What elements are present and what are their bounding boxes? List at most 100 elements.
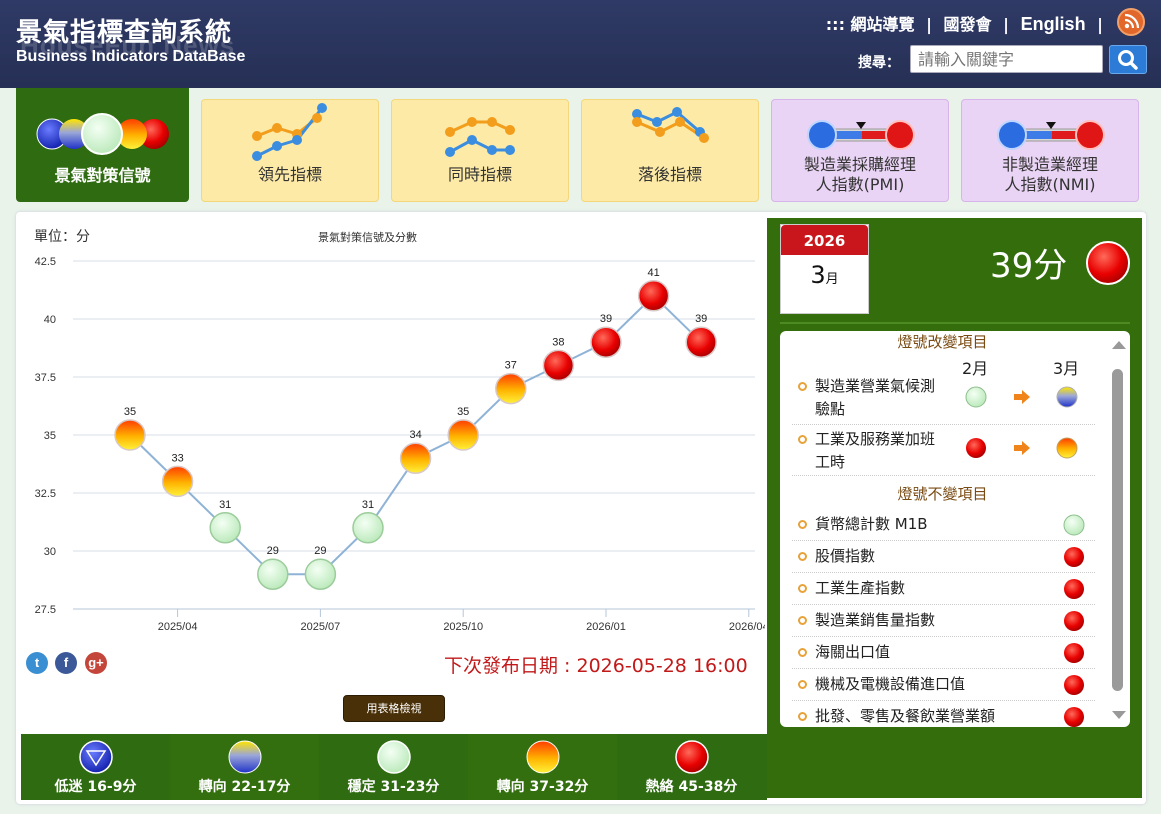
search-label: 搜尋： bbox=[858, 55, 900, 71]
y-tick-label: 42.5 bbox=[35, 256, 56, 268]
data-point bbox=[685, 326, 717, 358]
signal-change bbox=[965, 386, 1078, 408]
bullet-icon bbox=[798, 552, 807, 561]
legend-item-green: 穩定 31-23分 bbox=[319, 734, 468, 800]
facebook-icon[interactable]: f bbox=[55, 652, 77, 674]
top-links: ::: 網站導覽 | 國發會 | English | bbox=[820, 11, 1103, 35]
changed-item-row: 工業及服務業加班 工時 bbox=[792, 426, 1095, 476]
data-label: 39 bbox=[695, 313, 707, 325]
list-scrollbar[interactable] bbox=[1109, 333, 1129, 725]
red-signal-icon bbox=[1064, 611, 1084, 631]
calendar-month: 3月 bbox=[810, 261, 839, 289]
x-tick-label: 2026/04 bbox=[729, 621, 765, 633]
tab-pmi[interactable]: 製造業採購經理 人指數(PMI) bbox=[771, 99, 949, 202]
signal-change bbox=[966, 437, 1078, 459]
arrow-right-icon bbox=[1014, 390, 1030, 404]
unchanged-item-row: 批發、零售及餐飲業營業額 bbox=[792, 701, 1095, 727]
data-point bbox=[161, 465, 194, 498]
blue-signal-icon bbox=[79, 740, 113, 774]
x-tick-label: 2025/07 bbox=[301, 621, 341, 633]
thermometer-icon bbox=[807, 120, 915, 150]
item-name: 工業及服務業加班 工時 bbox=[815, 430, 936, 471]
table-view-button[interactable]: 用表格檢視 bbox=[343, 695, 445, 722]
bullet-icon bbox=[798, 382, 807, 391]
tab-lagging-indicators[interactable]: 落後指標 bbox=[581, 99, 759, 202]
item-name: 製造業營業氣候測 驗點 bbox=[815, 377, 936, 418]
data-point bbox=[209, 512, 241, 544]
item-name: 海關出口值 bbox=[815, 643, 891, 661]
link-separator: | bbox=[1097, 15, 1103, 34]
tab-label: 製造業採購經理 人指數(PMI) bbox=[803, 155, 916, 194]
x-tick-label: 2025/10 bbox=[443, 621, 483, 633]
rss-icon[interactable] bbox=[1117, 8, 1145, 36]
search-button[interactable] bbox=[1109, 45, 1147, 74]
data-point bbox=[399, 442, 432, 474]
changed-item-row: 製造業營業氣候測 驗點 bbox=[792, 373, 1095, 425]
red-signal-icon bbox=[1064, 643, 1084, 663]
red-signal-icon bbox=[675, 740, 709, 774]
unchanged-item-row: 製造業銷售量指數 bbox=[792, 605, 1095, 637]
tab-label: 領先指標 bbox=[257, 165, 322, 184]
signal-score-chart: 42.5 40 37.5 35 32.5 30 27.5 2025/04 2025/07 2025… bbox=[35, 256, 765, 633]
divider bbox=[780, 322, 1130, 324]
data-point bbox=[352, 512, 384, 544]
twitter-icon[interactable]: t bbox=[26, 652, 48, 674]
data-label: 39 bbox=[600, 313, 612, 325]
tab-label: 非製造業經理 人指數(NMI) bbox=[1001, 155, 1098, 194]
google-plus-icon[interactable]: g+ bbox=[85, 652, 107, 674]
bullet-icon bbox=[798, 680, 807, 689]
link-separator: | bbox=[926, 15, 932, 34]
coincident-line-icon bbox=[445, 117, 515, 157]
red-signal-icon bbox=[1064, 547, 1084, 567]
search-input[interactable] bbox=[910, 45, 1103, 73]
signal-items-list[interactable]: 燈號改變項目 2月 3月 製造業營業氣候測 驗點 工業及服務業加班 工時 燈號不… bbox=[780, 331, 1130, 727]
header: HouseFun News 景氣指標查詢系統 Business Indicato… bbox=[0, 0, 1161, 88]
signal-legend: 低迷 16-9分 轉向 22-17分 穩定 31-23分 轉向 37-32分 熱… bbox=[21, 734, 767, 800]
y-tick-label: 37.5 bbox=[35, 372, 56, 384]
english-link[interactable]: English bbox=[1021, 14, 1086, 34]
unchanged-item-row: 機械及電機設備進口值 bbox=[792, 669, 1095, 701]
unchanged-item-row: 工業生產指數 bbox=[792, 573, 1095, 605]
scroll-thumb[interactable] bbox=[1112, 369, 1123, 691]
y-tick-label: 30 bbox=[44, 546, 56, 558]
tab-business-signal[interactable]: 景氣對策信號 bbox=[16, 88, 189, 202]
tab-label: 落後指標 bbox=[637, 165, 702, 184]
data-label: 37 bbox=[505, 360, 517, 372]
red-signal-icon bbox=[1064, 579, 1084, 599]
data-point bbox=[114, 419, 146, 451]
item-name: 機械及電機設備進口值 bbox=[815, 675, 966, 693]
sitemap-link[interactable]: ::: 網站導覽 bbox=[826, 15, 915, 34]
chart-title: 景氣對策信號及分數 bbox=[318, 231, 417, 244]
scroll-up-icon[interactable] bbox=[1109, 335, 1129, 355]
scroll-down-icon[interactable] bbox=[1109, 705, 1129, 725]
tab-nmi[interactable]: 非製造業經理 人指數(NMI) bbox=[961, 99, 1139, 202]
item-name: 貨幣總計數 M1B bbox=[815, 515, 928, 533]
x-tick-label: 2025/04 bbox=[158, 621, 198, 633]
ndc-link[interactable]: 國發會 bbox=[944, 15, 992, 34]
y-tick-label: 27.5 bbox=[35, 604, 56, 616]
unchanged-item-row: 股價指數 bbox=[792, 541, 1095, 573]
current-score: 39分 bbox=[990, 246, 1068, 286]
bullet-icon bbox=[798, 712, 807, 721]
tab-coincident-indicators[interactable]: 同時指標 bbox=[391, 99, 569, 202]
tab-leading-indicators[interactable]: 領先指標 bbox=[201, 99, 379, 202]
unchanged-items-heading: 燈號不變項目 bbox=[897, 485, 988, 503]
item-name: 工業生產指數 bbox=[815, 579, 906, 597]
y-tick-label: 32.5 bbox=[35, 488, 56, 500]
data-point bbox=[637, 280, 670, 312]
y-tick-label: 40 bbox=[44, 314, 56, 326]
data-label: 31 bbox=[362, 499, 374, 511]
data-label: 38 bbox=[552, 336, 564, 348]
green-signal-icon bbox=[377, 740, 411, 774]
link-separator: | bbox=[1003, 15, 1009, 34]
data-point bbox=[590, 326, 622, 358]
site-title[interactable]: 景氣指標查詢系統 bbox=[16, 12, 232, 49]
data-label: 33 bbox=[171, 452, 183, 464]
changed-items-heading: 燈號改變項目 bbox=[897, 333, 988, 351]
red-signal-icon bbox=[1064, 707, 1084, 727]
legend-item-red: 熱絡 45-38分 bbox=[617, 734, 766, 800]
data-label: 34 bbox=[409, 429, 421, 441]
item-name: 批發、零售及餐飲業營業額 bbox=[815, 707, 996, 725]
legend-item-blue: 低迷 16-9分 bbox=[21, 734, 170, 800]
bullet-icon bbox=[798, 648, 807, 657]
